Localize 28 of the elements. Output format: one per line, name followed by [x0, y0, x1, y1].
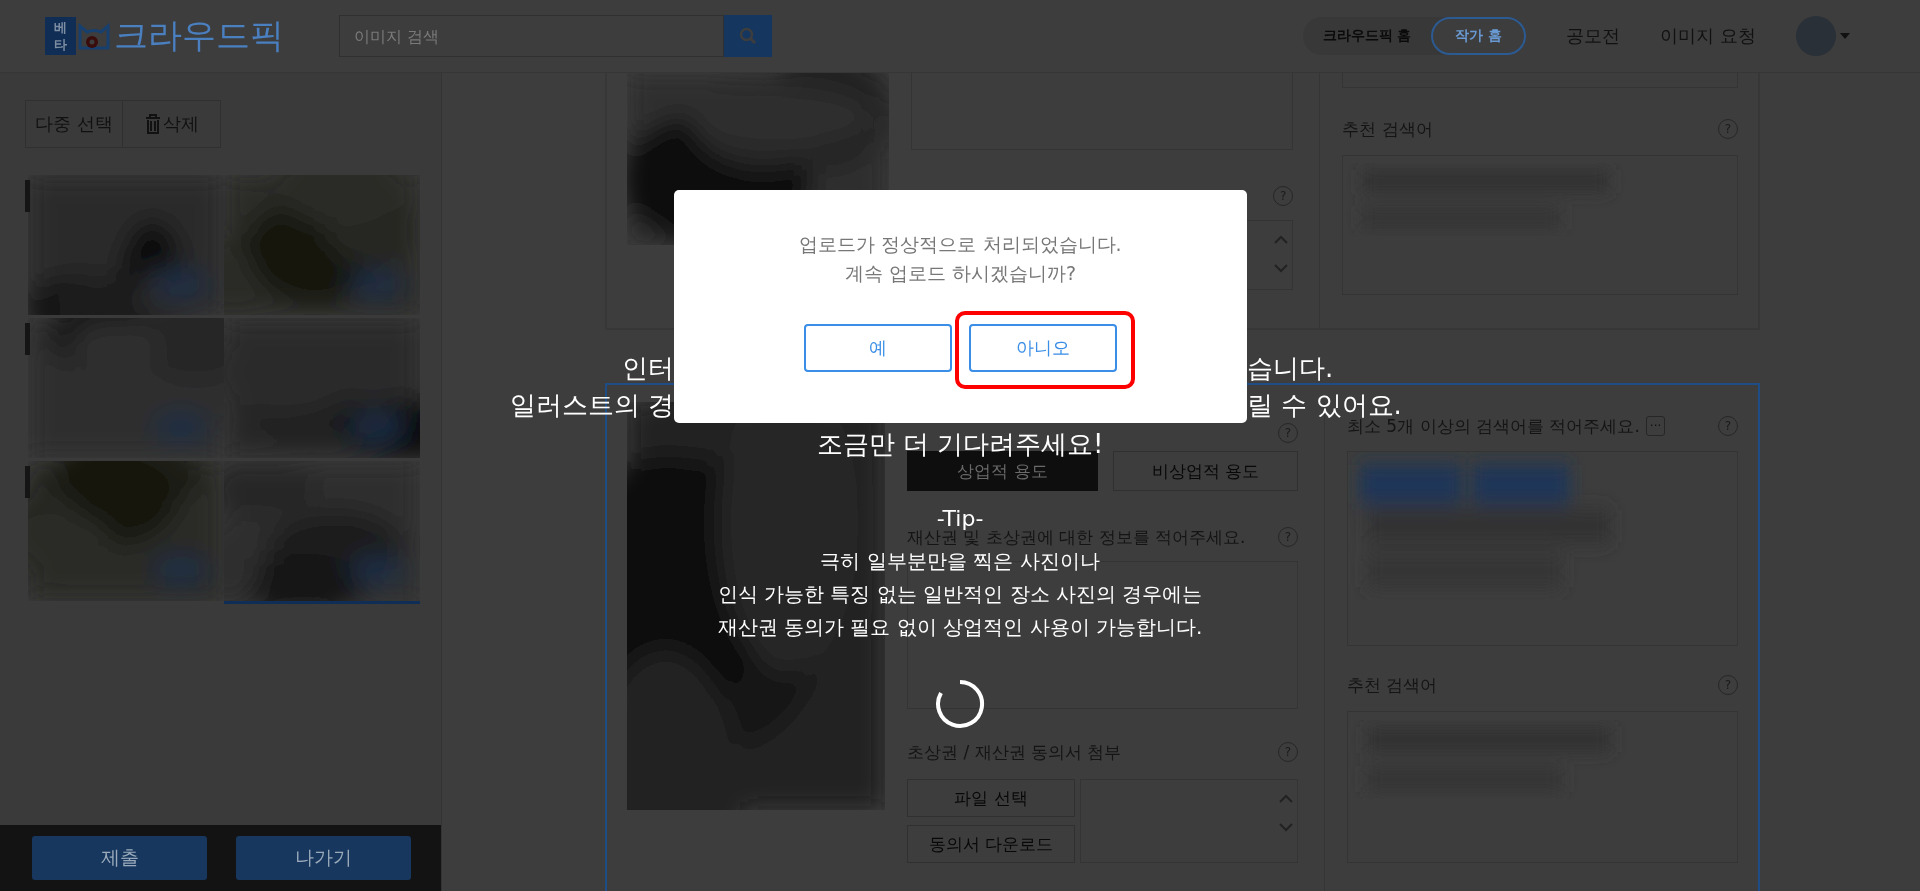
dialog-message: 계속 업로드 하시겠습니까?	[844, 261, 1077, 286]
tip-text: 극히 일부분만을 찍은 사진이나	[820, 548, 1100, 575]
yes-button[interactable]: 예	[804, 324, 952, 372]
loading-message: 습니다.	[1247, 354, 1334, 382]
dialog-message: 업로드가 정상적으로 처리되었습니다.	[799, 232, 1122, 257]
trash-icon	[144, 114, 161, 134]
loading-message: 인터	[622, 354, 674, 382]
drag-handle[interactable]	[25, 466, 30, 498]
logo-text[interactable]: 크라우드픽	[114, 13, 284, 59]
exit-button[interactable]: 나가기	[236, 836, 411, 880]
search-icon	[739, 27, 757, 45]
search-field[interactable]: 이미지 검색	[339, 15, 724, 57]
keyword-box[interactable]	[1346, 451, 1738, 646]
drag-handle[interactable]	[25, 323, 30, 355]
tip-text: 인식 가능한 특징 없는 일반적인 장소 사진의 경우에는	[717, 581, 1203, 608]
loading-spinner	[934, 678, 986, 730]
toggle-tab[interactable]: 작가 홈	[1431, 17, 1527, 55]
more-button[interactable]: ···	[1645, 416, 1666, 436]
tip-title: -Tip-	[936, 505, 984, 531]
submit-button[interactable]: 제출	[32, 836, 207, 880]
search-button[interactable]	[724, 15, 772, 57]
loading-message: 일러스트의 경	[509, 391, 674, 419]
no-button[interactable]: 아니오	[969, 324, 1117, 372]
caret-icon[interactable]	[1840, 33, 1850, 39]
tip-text: 재산권 동의가 필요 없이 상업적인 사용이 가능합니다.	[717, 614, 1203, 641]
file-list[interactable]	[1080, 779, 1298, 863]
logo-badge: 베타	[45, 17, 76, 55]
drag-handle[interactable]	[25, 180, 30, 212]
